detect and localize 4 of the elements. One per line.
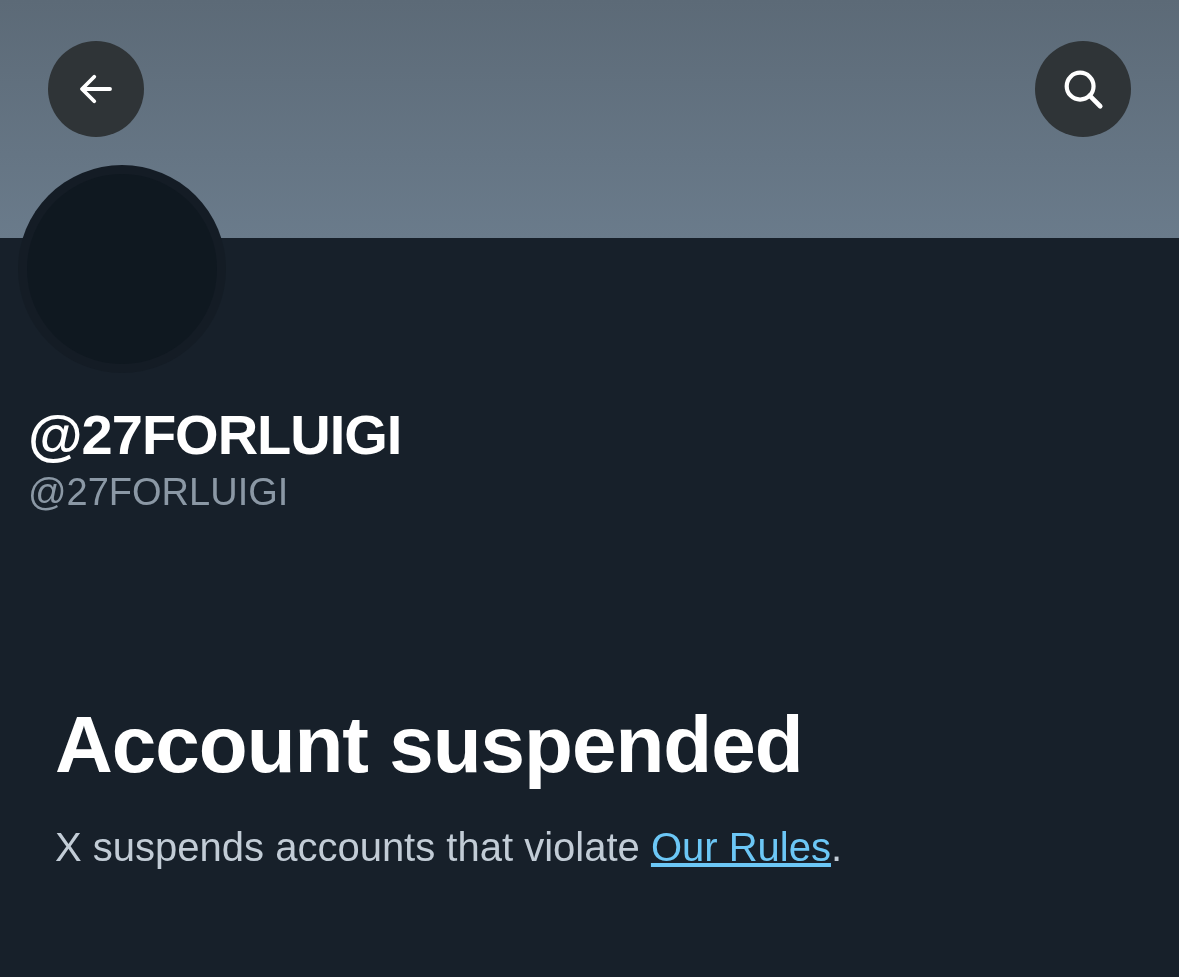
username: @27FORLUIGI bbox=[28, 469, 290, 515]
display-name: @27FORLUIGI bbox=[28, 404, 403, 466]
rules-link[interactable]: Our Rules bbox=[650, 825, 831, 870]
suspension-message: X suspends accounts that violate Our Rules. bbox=[55, 824, 844, 872]
